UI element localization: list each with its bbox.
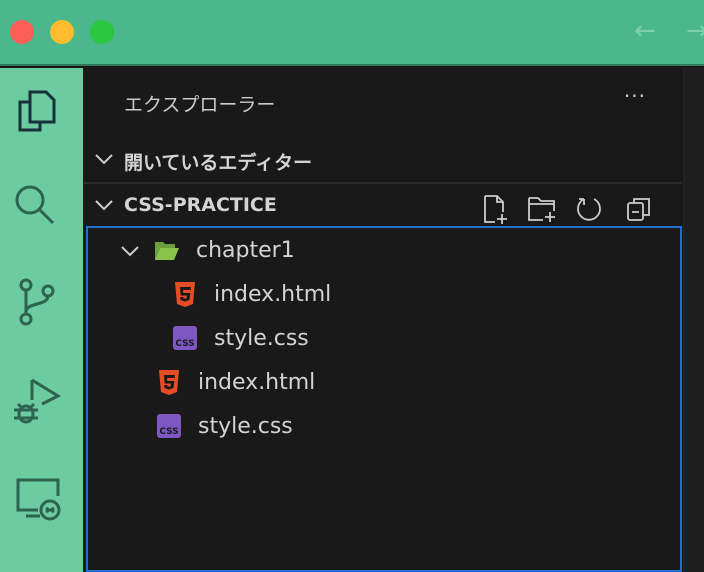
collapse-all-icon[interactable] xyxy=(624,194,654,224)
open-editors-section[interactable]: 開いているエディター xyxy=(84,138,682,182)
close-window-button[interactable] xyxy=(10,20,34,44)
file-tree: chapter1 index.html CSS style.css index.… xyxy=(86,226,682,572)
activity-bar xyxy=(0,68,83,572)
css-file-icon: CSS xyxy=(157,414,181,438)
tree-item-file[interactable]: index.html xyxy=(172,272,331,316)
tree-item-label: style.css xyxy=(198,413,293,439)
search-icon[interactable] xyxy=(8,178,64,234)
run-debug-icon[interactable] xyxy=(8,372,64,428)
tree-item-label: index.html xyxy=(214,281,332,307)
files-icon[interactable] xyxy=(8,84,64,140)
tree-item-file[interactable]: CSS style.css xyxy=(156,404,293,448)
title-bar: ← → xyxy=(0,0,704,66)
tree-item-label: index.html xyxy=(198,369,316,395)
tree-item-label: style.css xyxy=(214,325,309,351)
explorer-title: エクスプローラー xyxy=(124,94,276,116)
tree-item-label: chapter1 xyxy=(196,237,295,263)
open-editors-label: 開いているエディター xyxy=(124,152,313,174)
remote-explorer-icon[interactable] xyxy=(8,470,64,526)
tree-item-folder[interactable]: chapter1 xyxy=(118,228,295,272)
tree-item-file[interactable]: index.html xyxy=(156,360,315,404)
chevron-down-icon xyxy=(95,154,113,165)
html-file-icon xyxy=(175,282,195,307)
tree-item-file[interactable]: CSS style.css xyxy=(172,316,309,360)
folder-open-icon xyxy=(155,242,179,260)
minimize-window-button[interactable] xyxy=(50,20,74,44)
maximize-window-button[interactable] xyxy=(90,20,114,44)
new-file-icon[interactable] xyxy=(480,194,510,224)
workspace-label: CSS-PRACTICE xyxy=(124,194,277,216)
refresh-icon[interactable] xyxy=(574,194,604,224)
chevron-down-icon xyxy=(121,246,139,257)
explorer-sidebar: エクスプローラー ··· 開いているエディター CSS-PRACTICE cha… xyxy=(84,68,682,572)
svg-text:CSS: CSS xyxy=(159,427,178,437)
more-actions-button[interactable]: ··· xyxy=(624,84,646,108)
workspace-section[interactable]: CSS-PRACTICE xyxy=(84,184,682,228)
new-folder-icon[interactable] xyxy=(526,194,558,224)
svg-text:CSS: CSS xyxy=(175,339,194,349)
chevron-down-icon xyxy=(95,200,113,211)
arrow-right-icon[interactable]: → xyxy=(686,16,704,46)
arrow-left-icon[interactable]: ← xyxy=(634,16,656,46)
html-file-icon xyxy=(159,370,179,395)
source-control-icon[interactable] xyxy=(8,274,64,330)
editor-area xyxy=(683,68,704,572)
css-file-icon: CSS xyxy=(173,326,197,350)
